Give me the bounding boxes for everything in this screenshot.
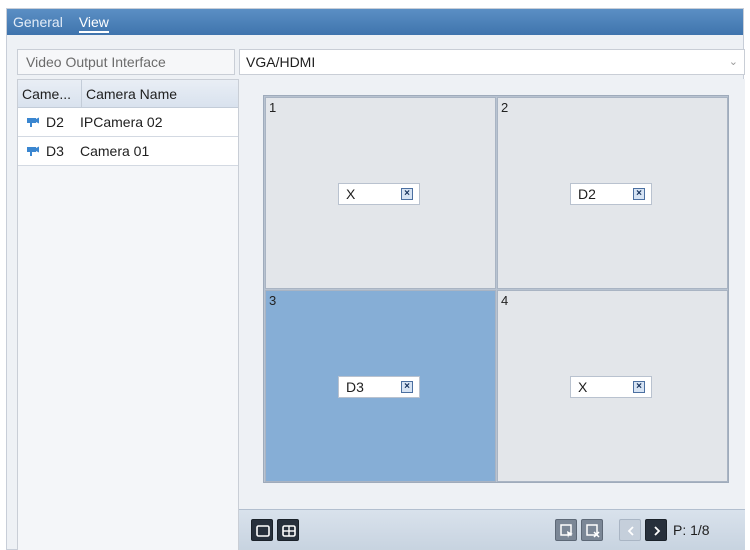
tab-bar: General View — [7, 9, 743, 35]
next-page-button[interactable] — [645, 519, 667, 541]
layout-panel: 1 X × 2 D2 × 3 D3 × 4 X × P: 1/8 — [239, 79, 745, 550]
start-live-view-button[interactable] — [555, 519, 577, 541]
quad-layout-icon — [282, 525, 296, 537]
camera-icon — [27, 117, 39, 127]
camera-id: D3 — [46, 143, 64, 159]
channel-chip[interactable]: D2 × — [570, 183, 652, 205]
grid-cell-1[interactable]: 1 X × — [265, 97, 496, 289]
view-grid: 1 X × 2 D2 × 3 D3 × 4 X × — [263, 95, 729, 483]
channel-label: X — [346, 186, 356, 202]
single-layout-icon — [256, 525, 270, 537]
camera-name: IPCamera 02 — [80, 114, 163, 130]
quad-layout-button[interactable] — [277, 519, 299, 541]
single-layout-button[interactable] — [251, 519, 273, 541]
close-icon[interactable]: × — [401, 188, 413, 200]
tab-general[interactable]: General — [7, 9, 73, 35]
video-output-value: VGA/HDMI — [246, 54, 316, 70]
close-icon[interactable]: × — [633, 381, 645, 393]
camera-list: Came... Camera Name D2 IPCamera 02 D3 Ca… — [17, 79, 239, 550]
camera-id: D2 — [46, 114, 64, 130]
list-item[interactable]: D3 Camera 01 — [18, 137, 238, 166]
channel-chip[interactable]: D3 × — [338, 376, 420, 398]
page-indicator: P: 1/8 — [673, 522, 710, 538]
list-item[interactable]: D2 IPCamera 02 — [18, 108, 238, 137]
cell-number: 4 — [501, 293, 509, 308]
grid-cell-2[interactable]: 2 D2 × — [497, 97, 728, 289]
camera-list-header: Came... Camera Name — [18, 80, 238, 108]
chevron-down-icon[interactable]: ⌄ — [729, 50, 738, 74]
channel-label: D2 — [578, 186, 596, 202]
channel-label: D3 — [346, 379, 364, 395]
cell-number: 3 — [269, 293, 277, 308]
channel-chip[interactable]: X × — [338, 183, 420, 205]
grid-cell-3[interactable]: 3 D3 × — [265, 290, 496, 482]
prev-page-button[interactable] — [619, 519, 641, 541]
close-icon[interactable]: × — [633, 188, 645, 200]
view-settings-window: General View Video Output Interface VGA/… — [6, 8, 745, 550]
cell-number: 2 — [501, 100, 509, 115]
video-output-select[interactable]: VGA/HDMI ⌄ — [239, 49, 745, 75]
cell-number: 1 — [269, 100, 277, 115]
start-live-view-icon — [560, 524, 573, 538]
channel-chip[interactable]: X × — [570, 376, 652, 398]
close-icon[interactable]: × — [401, 381, 413, 393]
next-page-icon — [654, 526, 661, 536]
camera-icon — [27, 146, 39, 156]
channel-label: X — [578, 379, 588, 395]
column-header-camera-name[interactable]: Camera Name — [82, 80, 238, 107]
stop-live-view-icon — [586, 524, 600, 538]
camera-name: Camera 01 — [80, 143, 150, 159]
grid-cell-4[interactable]: 4 X × — [497, 290, 728, 482]
prev-page-icon — [627, 526, 634, 536]
column-header-camera-id[interactable]: Came... — [18, 80, 82, 107]
video-output-label: Video Output Interface — [17, 49, 235, 75]
bottom-toolbar: P: 1/8 — [239, 509, 745, 550]
tab-view[interactable]: View — [73, 9, 119, 35]
stop-live-view-button[interactable] — [581, 519, 603, 541]
